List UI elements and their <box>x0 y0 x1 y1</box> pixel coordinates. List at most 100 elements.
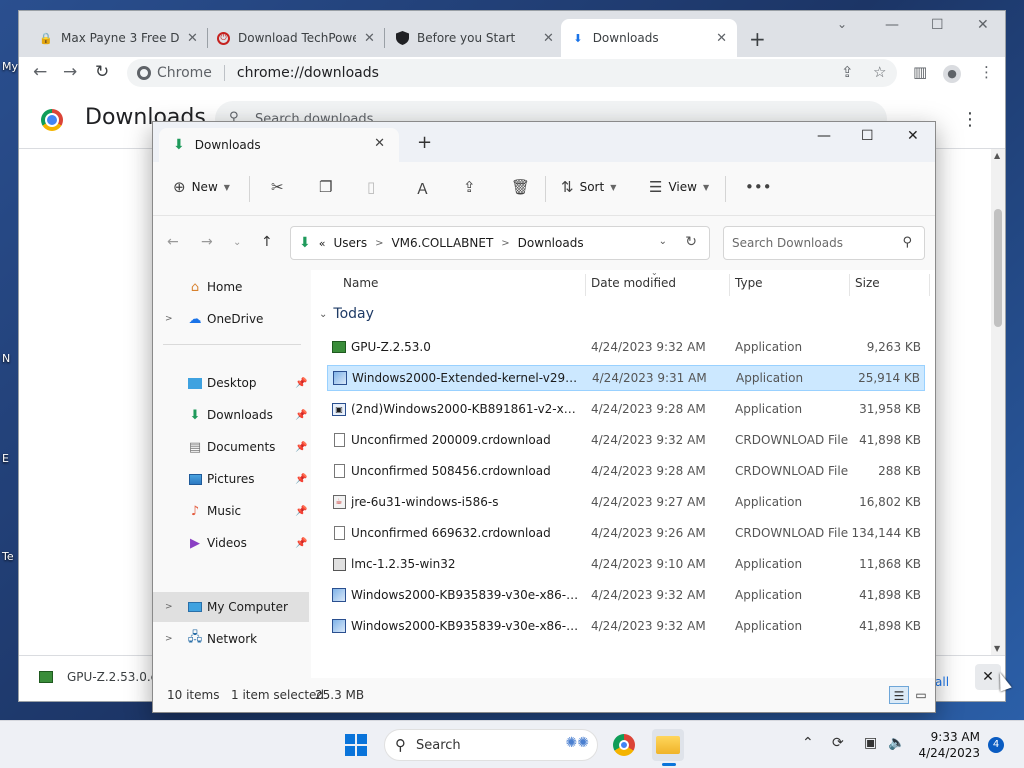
side-panel-icon[interactable]: ▥ <box>913 63 927 81</box>
maximize-icon[interactable]: ☐ <box>931 17 944 33</box>
group-header-today[interactable]: ⌄ Today <box>319 306 374 322</box>
chrome-tab-downloads[interactable]: ⬇ Downloads ✕ <box>561 19 737 57</box>
notification-badge[interactable]: 4 <box>988 737 1004 753</box>
desktop-icon-label[interactable]: My <box>2 60 18 73</box>
desktop-icon-label[interactable]: N <box>2 352 10 365</box>
speaker-icon[interactable]: 🔈 <box>888 735 905 751</box>
sidebar-item-music[interactable]: ♪ Music 📌 <box>153 496 309 526</box>
more-options-button[interactable]: ••• <box>745 178 772 196</box>
column-header-type[interactable]: Type <box>735 276 763 290</box>
column-header-date[interactable]: Date modified <box>591 276 676 290</box>
cut-button[interactable]: ✂ <box>271 178 284 196</box>
share-button[interactable]: ⇪ <box>463 178 476 196</box>
pin-icon[interactable]: 📌 <box>295 378 307 389</box>
clock[interactable]: 9:33 AM 4/24/2023 <box>918 729 980 761</box>
close-window-icon[interactable]: ✕ <box>977 17 989 33</box>
search-input[interactable]: Search Downloads ⚲ <box>723 226 925 260</box>
breadcrumb-user-folder[interactable]: VM6.COLLABNET <box>391 236 493 250</box>
sidebar-item-pictures[interactable]: Pictures 📌 <box>153 464 309 494</box>
table-row[interactable]: Unconfirmed 669632.crdownload 4/24/2023 9… <box>327 520 925 546</box>
sidebar-item-videos[interactable]: ▶ Videos 📌 <box>153 528 309 558</box>
table-row[interactable]: Windows2000-KB935839-v30e-x86-exten... 4/… <box>327 613 925 639</box>
scroll-down-icon[interactable]: ▼ <box>994 644 1000 653</box>
delete-button[interactable]: 🗑 <box>511 178 530 196</box>
chevron-right-icon[interactable]: > <box>165 634 173 644</box>
chrome-tab-techpower[interactable]: ⏻ Download TechPower ✕ <box>207 19 385 57</box>
sidebar-item-home[interactable]: ⌂ Home <box>153 272 309 302</box>
share-icon[interactable]: ⇪ <box>841 63 854 81</box>
sidebar-item-network[interactable]: > 🖧 Network <box>153 624 309 654</box>
breadcrumb[interactable]: ⬇ « Users > VM6.COLLABNET > Downloads ⌄ … <box>290 226 710 260</box>
overflow-icon[interactable]: « <box>319 237 326 250</box>
page-scrollbar[interactable]: ▲ ▼ <box>991 149 1005 655</box>
sync-icon[interactable]: ⟳ <box>832 735 844 751</box>
sidebar-item-desktop[interactable]: Desktop 📌 <box>153 368 309 398</box>
close-window-icon[interactable]: ✕ <box>907 128 919 144</box>
back-arrow-icon[interactable]: ← <box>167 234 179 250</box>
tab-search-chevron-icon[interactable]: ⌄ <box>837 17 847 31</box>
back-arrow-icon[interactable]: ← <box>33 62 47 82</box>
chevron-right-icon[interactable]: > <box>165 602 173 612</box>
column-header-name[interactable]: Name <box>343 276 378 290</box>
close-tab-icon[interactable]: ✕ <box>374 136 385 151</box>
taskbar-search[interactable]: ⚲ Search ✺✺ <box>384 729 598 761</box>
sidebar-item-documents[interactable]: ▤ Documents 📌 <box>153 432 309 462</box>
table-row[interactable]: Unconfirmed 508456.crdownload 4/24/2023 9… <box>327 458 925 484</box>
pin-icon[interactable]: 📌 <box>295 442 307 453</box>
network-monitor-icon[interactable]: ▣ <box>864 735 877 751</box>
sort-button[interactable]: ⇅ Sort ▼ <box>561 178 616 196</box>
new-tab-icon[interactable]: + <box>417 132 432 153</box>
explorer-tab-downloads[interactable]: ⬇ Downloads ✕ <box>159 128 399 162</box>
rename-button[interactable]: Ａ <box>415 178 430 199</box>
table-row[interactable]: ▣ (2nd)Windows2000-KB891861-v2-x86-ENU 4/2… <box>327 396 925 422</box>
maximize-icon[interactable]: ☐ <box>861 128 874 144</box>
desktop-icon-label[interactable]: Te <box>2 550 14 563</box>
chevron-right-icon[interactable]: > <box>165 314 173 324</box>
tiles-view-icon[interactable]: ▭ <box>911 686 931 704</box>
sidebar-item-onedrive[interactable]: > ☁ OneDrive <box>153 304 309 334</box>
shelf-download-item[interactable]: GPU-Z.2.53.0.e <box>39 670 158 684</box>
scrollbar-thumb[interactable] <box>994 209 1002 327</box>
chrome-tab-before-you-start[interactable]: Before you Start ✕ <box>385 19 564 57</box>
minimize-icon[interactable]: — <box>885 17 899 33</box>
refresh-icon[interactable]: ↻ <box>685 234 697 250</box>
up-arrow-icon[interactable]: ↑ <box>261 234 273 250</box>
chrome-tab-max-payne[interactable]: 🔒 Max Payne 3 Free Do ✕ <box>29 19 208 57</box>
minimize-icon[interactable]: — <box>817 128 831 144</box>
breadcrumb-downloads[interactable]: Downloads <box>518 236 584 250</box>
profile-avatar-icon[interactable]: ● <box>943 63 961 83</box>
show-all-button[interactable]: all <box>935 675 949 689</box>
chrome-taskbar-icon[interactable] <box>608 729 640 761</box>
reload-icon[interactable]: ↻ <box>95 62 109 82</box>
chrome-menu-icon[interactable]: ⋮ <box>979 63 994 81</box>
downloads-menu-icon[interactable]: ⋮ <box>961 109 979 130</box>
paste-button[interactable]: ▯ <box>367 178 375 196</box>
table-row[interactable]: GPU-Z.2.53.0 4/24/2023 9:32 AM Application… <box>327 334 925 360</box>
pin-icon[interactable]: 📌 <box>295 474 307 485</box>
chevron-up-icon[interactable]: ⌃ <box>802 735 814 751</box>
bookmark-star-icon[interactable]: ☆ <box>873 63 886 81</box>
file-explorer-taskbar-icon[interactable] <box>652 729 684 761</box>
table-row[interactable]: Unconfirmed 200009.crdownload 4/24/2023 9… <box>327 427 925 453</box>
pin-icon[interactable]: 📌 <box>295 538 307 549</box>
pin-icon[interactable]: 📌 <box>295 506 307 517</box>
new-button[interactable]: ⊕ New ▼ <box>173 178 230 196</box>
sidebar-item-downloads[interactable]: ⬇ Downloads 📌 <box>153 400 309 430</box>
close-tab-icon[interactable]: ✕ <box>543 31 554 46</box>
start-button[interactable] <box>340 729 372 761</box>
pin-icon[interactable]: 📌 <box>295 410 307 421</box>
forward-arrow-icon[interactable]: → <box>63 62 77 82</box>
chevron-down-icon[interactable]: ⌄ <box>659 236 667 247</box>
breadcrumb-users[interactable]: Users <box>333 236 367 250</box>
table-row[interactable]: Windows2000-KB935839-v30e-x86-exten... 4/… <box>327 582 925 608</box>
scroll-up-icon[interactable]: ▲ <box>994 151 1000 160</box>
new-tab-icon[interactable]: + <box>749 27 766 51</box>
details-view-icon[interactable]: ☰ <box>889 686 909 704</box>
view-button[interactable]: ☰ View ▼ <box>649 178 709 196</box>
close-tab-icon[interactable]: ✕ <box>716 31 727 46</box>
copy-button[interactable]: ❐ <box>319 178 332 196</box>
sidebar-item-my-computer[interactable]: > My Computer <box>153 592 309 622</box>
desktop-icon-label[interactable]: E <box>2 452 9 465</box>
recent-chevron-icon[interactable]: ⌄ <box>233 237 241 248</box>
table-row[interactable]: lmc-1.2.35-win32 4/24/2023 9:10 AM Applica… <box>327 551 925 577</box>
